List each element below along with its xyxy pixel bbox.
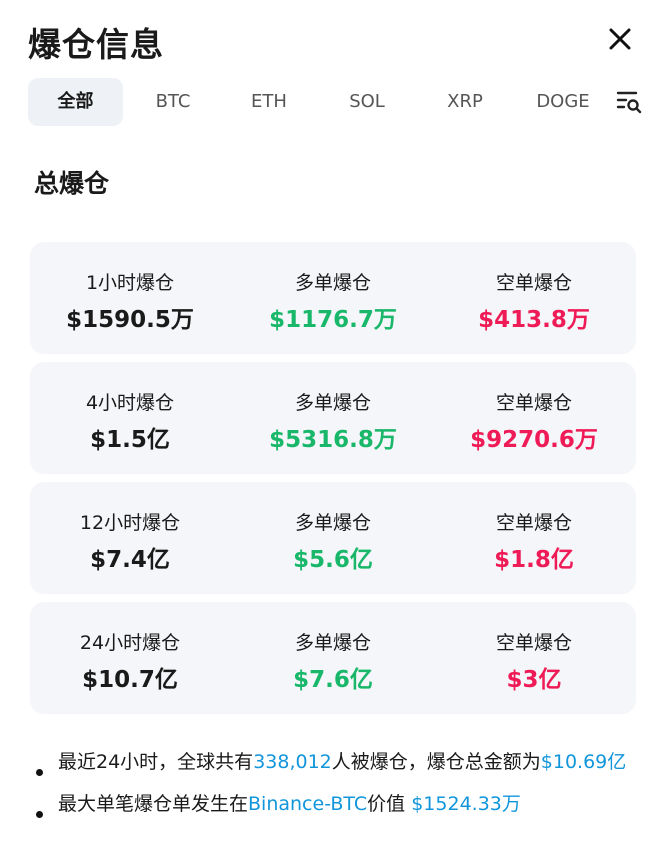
liquidated-count: 338,012: [253, 751, 332, 773]
note-text: 最大单笔爆仓单发生在: [58, 793, 249, 815]
total-value: $7.4亿: [90, 547, 170, 573]
long-label: 多单爆仓: [294, 512, 371, 534]
long-value: $5316.8万: [269, 427, 397, 453]
note-24h-summary: 最近24小时，全球共有338,012人被爆仓，爆仓总金额为$10.69亿: [34, 748, 648, 776]
long-label: 多单爆仓: [294, 392, 371, 414]
tab-btc[interactable]: BTC: [128, 78, 218, 126]
long-value: $7.6亿: [293, 667, 373, 693]
largest-amount: $1524.33万: [411, 793, 521, 815]
short-label: 空单爆仓: [495, 272, 572, 294]
tab-sol[interactable]: SOL: [322, 78, 412, 126]
long-label: 多单爆仓: [294, 272, 371, 294]
short-value: $413.8万: [478, 307, 590, 333]
total-value: $1590.5万: [66, 307, 194, 333]
note-text: 最近24小时，全球共有: [58, 751, 254, 773]
header: 爆仓信息: [28, 18, 637, 64]
tab-eth[interactable]: ETH: [224, 78, 314, 126]
short-label: 空单爆仓: [495, 632, 572, 654]
page-title: 爆仓信息: [28, 25, 164, 64]
close-icon[interactable]: [607, 26, 633, 52]
note-largest-order: 最大单笔爆仓单发生在Binance-BTC价值 $1524.33万: [34, 790, 648, 818]
long-value: $5.6亿: [293, 547, 373, 573]
total-label: 4小时爆仓: [85, 392, 175, 414]
short-value: $1.8亿: [494, 547, 574, 573]
liquidation-card: 24小时爆仓 $10.7亿 多单爆仓 $7.6亿 空单爆仓 $3亿: [30, 602, 636, 714]
liquidation-card: 1小时爆仓 $1590.5万 多单爆仓 $1176.7万 空单爆仓 $413.8万: [30, 242, 636, 354]
total-label: 24小时爆仓: [79, 632, 181, 654]
short-label: 空单爆仓: [495, 392, 572, 414]
summary-notes: 最近24小时，全球共有338,012人被爆仓，爆仓总金额为$10.69亿 最大单…: [34, 748, 648, 832]
tab-xrp[interactable]: XRP: [420, 78, 510, 126]
total-value: $1.5亿: [90, 427, 170, 453]
note-text: 人被爆仓，爆仓总金额为: [331, 751, 541, 773]
short-label: 空单爆仓: [495, 512, 572, 534]
exchange-link[interactable]: Binance-BTC: [248, 793, 367, 815]
total-value: $10.7亿: [82, 667, 178, 693]
total-amount: $10.69亿: [540, 751, 627, 773]
total-label: 12小时爆仓: [79, 512, 181, 534]
short-value: $9270.6万: [470, 427, 598, 453]
note-text: 价值: [367, 793, 412, 815]
short-value: $3亿: [506, 667, 562, 693]
long-label: 多单爆仓: [294, 632, 371, 654]
tab-doge[interactable]: DOGE: [516, 78, 610, 126]
liquidation-card: 12小时爆仓 $7.4亿 多单爆仓 $5.6亿 空单爆仓 $1.8亿: [30, 482, 636, 594]
tab-all[interactable]: 全部: [28, 78, 123, 126]
long-value: $1176.7万: [269, 307, 397, 333]
section-title: 总爆仓: [34, 169, 110, 198]
liquidation-card: 4小时爆仓 $1.5亿 多单爆仓 $5316.8万 空单爆仓 $9270.6万: [30, 362, 636, 474]
total-label: 1小时爆仓: [85, 272, 175, 294]
filter-search-icon[interactable]: [616, 90, 642, 114]
coin-tabs: 全部 BTC ETH SOL XRP DOGE: [28, 78, 653, 126]
